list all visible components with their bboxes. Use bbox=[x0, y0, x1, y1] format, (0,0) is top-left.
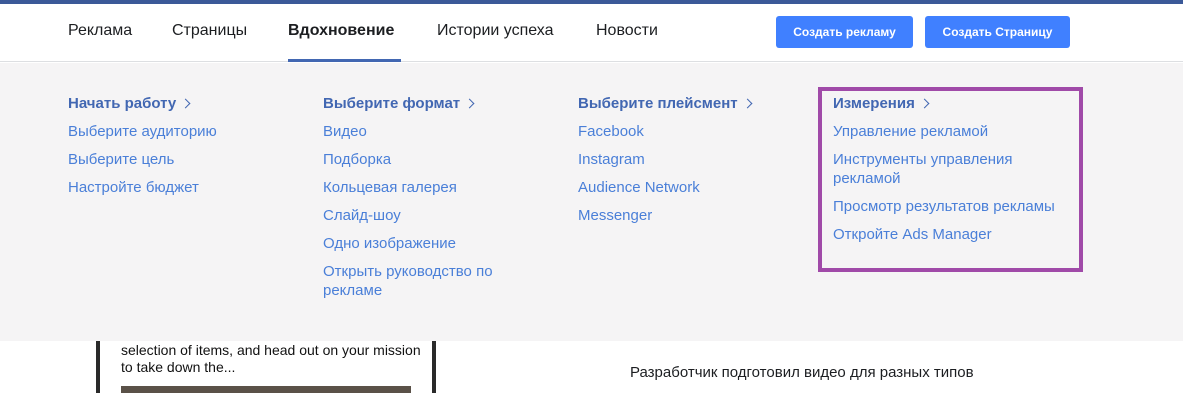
highlight-box bbox=[818, 87, 1083, 272]
nav-item-pages[interactable]: Страницы bbox=[172, 22, 247, 40]
menu-link[interactable]: Instagram bbox=[578, 150, 798, 169]
menu-link[interactable]: Messenger bbox=[578, 206, 798, 225]
chevron-right-icon bbox=[180, 98, 191, 109]
nav-item-ads[interactable]: Реклама bbox=[68, 22, 132, 40]
menu-link[interactable]: Выберите цель bbox=[68, 150, 298, 169]
menu-link[interactable]: Настройте бюджет bbox=[68, 178, 298, 197]
nav-item-news[interactable]: Новости bbox=[596, 22, 658, 40]
create-ad-button[interactable]: Создать рекламу bbox=[776, 16, 913, 48]
menu-column-get-started: Начать работу Выберите аудиторию Выберит… bbox=[68, 93, 298, 197]
menu-link[interactable]: Открыть руководство по рекламе bbox=[323, 262, 513, 300]
menu-link[interactable]: Выберите аудиторию bbox=[68, 122, 298, 141]
menu-link[interactable]: Подборка bbox=[323, 150, 513, 169]
nav-item-success-stories[interactable]: Истории успеха bbox=[437, 22, 554, 40]
menu-heading-format[interactable]: Выберите формат bbox=[323, 93, 513, 113]
menu-link[interactable]: Одно изображение bbox=[323, 234, 513, 253]
phone-caption: selection of items, and head out on your… bbox=[121, 342, 421, 375]
menu-column-format: Выберите формат Видео Подборка Кольцевая… bbox=[323, 93, 513, 300]
menu-heading-get-started[interactable]: Начать работу bbox=[68, 93, 298, 113]
active-tab-underline bbox=[288, 59, 401, 62]
top-navigation: Реклама Страницы Вдохновение Истории усп… bbox=[0, 4, 1183, 62]
nav-item-inspiration[interactable]: Вдохновение bbox=[288, 22, 394, 40]
menu-link[interactable]: Facebook bbox=[578, 122, 798, 141]
chevron-right-icon bbox=[464, 98, 475, 109]
menu-link[interactable]: Видео bbox=[323, 122, 513, 141]
chevron-right-icon bbox=[742, 98, 753, 109]
create-page-button[interactable]: Создать Страницу bbox=[925, 16, 1070, 48]
phone-mockup: selection of items, and head out on your… bbox=[96, 341, 436, 393]
menu-link[interactable]: Кольцевая галерея bbox=[323, 178, 513, 197]
menu-column-placement: Выберите плейсмент Facebook Instagram Au… bbox=[578, 93, 798, 225]
menu-link[interactable]: Audience Network bbox=[578, 178, 798, 197]
menu-link[interactable]: Слайд-шоу bbox=[323, 206, 513, 225]
menu-heading-placement[interactable]: Выберите плейсмент bbox=[578, 93, 798, 113]
menu-heading-label: Выберите формат bbox=[323, 94, 461, 112]
page-content: selection of items, and head out on your… bbox=[0, 341, 1183, 393]
menu-heading-label: Выберите плейсмент bbox=[578, 94, 738, 112]
menu-heading-label: Начать работу bbox=[68, 94, 177, 112]
phone-media-image bbox=[121, 386, 411, 393]
developer-description: Разработчик подготовил видео для разных … bbox=[630, 364, 974, 381]
